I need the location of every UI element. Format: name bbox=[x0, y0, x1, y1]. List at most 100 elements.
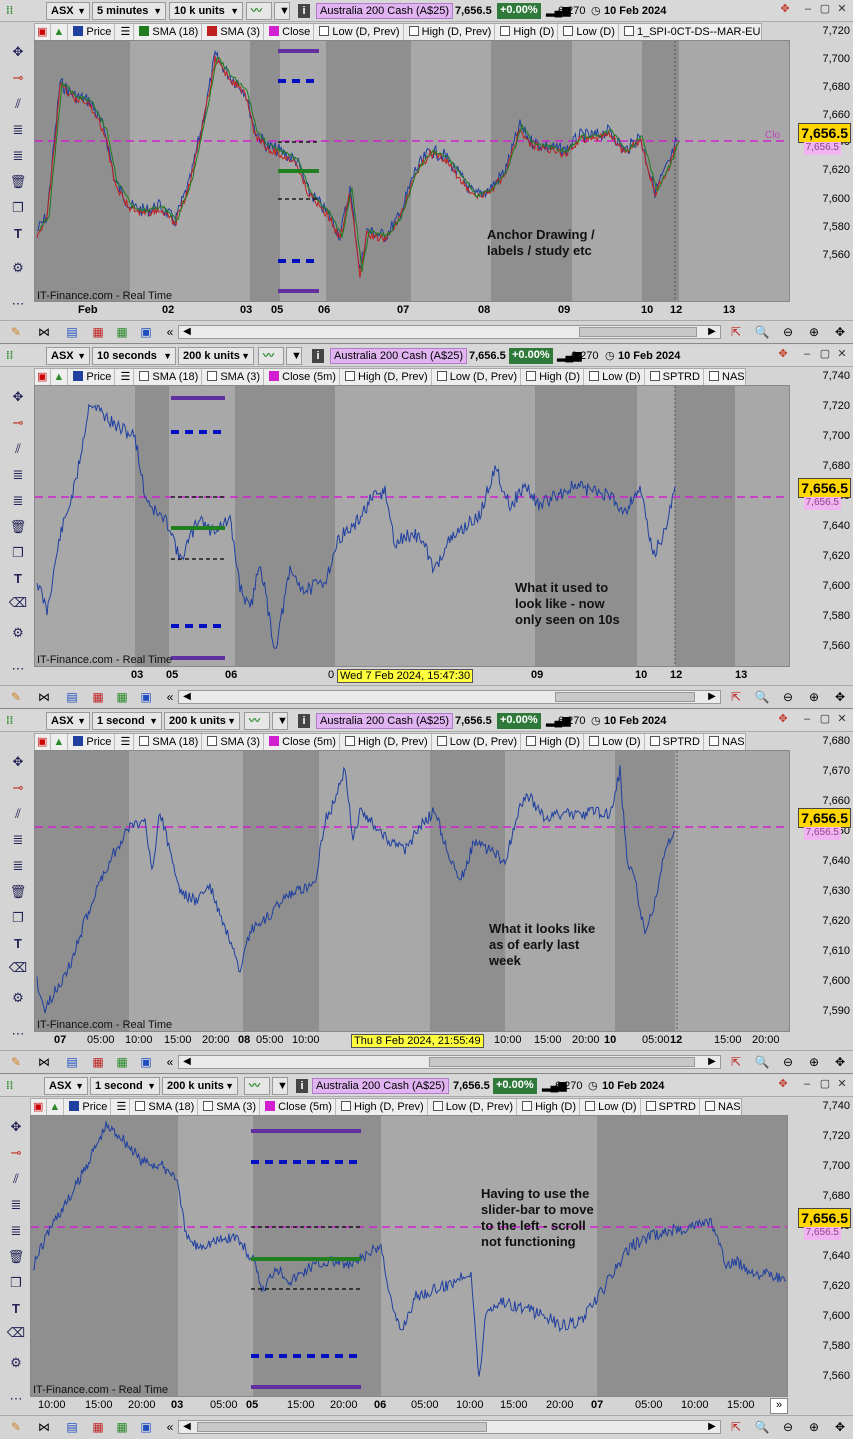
legend-nasdaq[interactable]: NASDAQ bbox=[707, 734, 745, 750]
maximize-button[interactable]: ▢ bbox=[818, 1078, 832, 1092]
zoom-out-icon[interactable]: ⊖ bbox=[780, 1054, 796, 1070]
text-tool-icon[interactable]: T bbox=[6, 1299, 26, 1319]
copy-icon[interactable]: ❐ bbox=[8, 543, 28, 563]
trash-icon[interactable]: 🗑 bbox=[8, 882, 28, 902]
chart-type-button[interactable]: 〰 bbox=[246, 2, 272, 20]
chart-type-dropdown[interactable]: ▼ bbox=[272, 1077, 288, 1095]
crosshair-icon[interactable]: ✥ bbox=[6, 1117, 26, 1137]
legend-nasdaq[interactable]: NASDAQ bbox=[707, 369, 745, 385]
legend-high-d[interactable]: High (D) bbox=[524, 734, 585, 750]
list-icon[interactable]: ▦ bbox=[90, 1054, 106, 1070]
legend-list-icon[interactable]: ☰ bbox=[118, 369, 135, 385]
legend-price[interactable]: Price bbox=[71, 24, 116, 40]
scroll-left-button[interactable]: ◀ bbox=[179, 1419, 195, 1435]
eraser-icon[interactable]: ⌫ bbox=[8, 593, 28, 613]
minimize-button[interactable]: – bbox=[800, 1078, 814, 1092]
alert-icon[interactable]: ⚙ bbox=[6, 1353, 26, 1373]
share-icon[interactable]: ⋈ bbox=[36, 689, 52, 705]
maximize-button[interactable]: ▢ bbox=[818, 3, 832, 17]
scroll-left-fast-button[interactable]: « bbox=[162, 324, 178, 340]
window-icon[interactable]: ▣ bbox=[138, 1419, 154, 1435]
legend-sma3[interactable]: SMA (3) bbox=[201, 1099, 261, 1115]
pan-icon[interactable]: ✥ bbox=[832, 324, 848, 340]
price-chart-svg[interactable] bbox=[35, 386, 790, 667]
units-select[interactable]: 200 k units ▼ bbox=[164, 712, 240, 730]
legend-sma18[interactable]: SMA (18) bbox=[137, 369, 203, 385]
drag-handle-icon[interactable]: ⁞⁞ bbox=[6, 347, 13, 365]
legend-sptrd[interactable]: SPTRD bbox=[644, 1099, 700, 1115]
fibonacci-icon[interactable]: ≣ bbox=[8, 465, 28, 485]
link-icon[interactable]: ✥ bbox=[778, 3, 792, 17]
legend-list-icon[interactable]: ☰ bbox=[114, 1099, 131, 1115]
scroll-left-button[interactable]: ◀ bbox=[179, 324, 195, 340]
pan-icon[interactable]: ✥ bbox=[832, 1419, 848, 1435]
chart-plot-area[interactable]: What it looks like as of early last week I… bbox=[34, 750, 790, 1032]
fibonacci-fan-icon[interactable]: ≣ bbox=[8, 856, 28, 876]
chart-type-button[interactable]: 〰 bbox=[244, 1077, 270, 1095]
units-select[interactable]: 200 k units ▼ bbox=[162, 1077, 238, 1095]
legend-study[interactable]: 1_SPI-0CT-DS--MAR-EU-DS-T bbox=[622, 24, 761, 40]
window-icon[interactable]: ▣ bbox=[138, 324, 154, 340]
channel-tool-icon[interactable]: ⫽ bbox=[6, 1169, 26, 1189]
line-tool-icon[interactable]: ⊸ bbox=[6, 1143, 26, 1163]
legend-high-d[interactable]: High (D) bbox=[524, 369, 585, 385]
legend-sptrd[interactable]: SPTRD bbox=[648, 734, 704, 750]
legend-high-d-prev[interactable]: High (D, Prev) bbox=[343, 369, 432, 385]
chart-type-dropdown[interactable]: ▼ bbox=[272, 712, 288, 730]
instrument-name[interactable]: Australia 200 Cash (A$25) bbox=[330, 348, 468, 364]
time-axis[interactable]: Feb 02 03 05 06 07 08 09 10 12 13 bbox=[34, 302, 790, 318]
link-icon[interactable]: ✥ bbox=[776, 348, 790, 362]
channel-tool-icon[interactable]: ⫽ bbox=[8, 804, 28, 824]
scrollbar-thumb[interactable] bbox=[197, 1422, 487, 1432]
alert-icon[interactable]: ⚙ bbox=[8, 623, 28, 643]
instrument-name[interactable]: Australia 200 Cash (A$25) bbox=[312, 1078, 450, 1094]
line-tool-icon[interactable]: ⊸ bbox=[8, 778, 28, 798]
pan-icon[interactable]: ✥ bbox=[832, 1054, 848, 1070]
alert-icon[interactable]: ⚙ bbox=[8, 988, 28, 1008]
scrollbar-thumb[interactable] bbox=[555, 692, 695, 702]
zoom-out-icon[interactable]: ⊖ bbox=[780, 1419, 796, 1435]
eraser-icon[interactable]: ⌫ bbox=[6, 1323, 26, 1343]
maximize-button[interactable]: ▢ bbox=[818, 348, 832, 362]
legend-sma18[interactable]: SMA (18) bbox=[137, 24, 203, 40]
zoom-in-icon[interactable]: ⊕ bbox=[806, 1419, 822, 1435]
units-select[interactable]: 200 k units ▼ bbox=[178, 347, 254, 365]
more-icon[interactable]: ⋯ bbox=[6, 1389, 26, 1409]
link-icon[interactable]: ✥ bbox=[776, 713, 790, 727]
interval-select[interactable]: 1 second ▼ bbox=[92, 712, 162, 730]
pencil-icon[interactable]: ✎ bbox=[8, 689, 24, 705]
legend-price[interactable]: Price bbox=[71, 734, 116, 750]
copy-icon[interactable]: ❐ bbox=[8, 198, 28, 218]
fibonacci-fan-icon[interactable]: ≣ bbox=[8, 491, 28, 511]
zoom-extent-icon[interactable]: ⇱ bbox=[728, 1054, 744, 1070]
copy-icon[interactable]: ❐ bbox=[8, 908, 28, 928]
legend-high-d[interactable]: High (D) bbox=[498, 24, 559, 40]
legend-low-d-prev[interactable]: Low (D, Prev) bbox=[431, 1099, 517, 1115]
legend-up-icon[interactable]: ▲ bbox=[51, 734, 69, 750]
interval-select[interactable]: 1 second ▼ bbox=[90, 1077, 160, 1095]
chart-type-dropdown[interactable]: ▼ bbox=[286, 347, 302, 365]
zoom-reset-icon[interactable]: 🔍 bbox=[754, 689, 770, 705]
scroll-right-button[interactable]: ▶ bbox=[704, 1419, 720, 1435]
zoom-extent-icon[interactable]: ⇱ bbox=[728, 689, 744, 705]
minimize-button[interactable]: – bbox=[800, 348, 814, 362]
crosshair-icon[interactable]: ✥ bbox=[8, 387, 28, 407]
share-icon[interactable]: ⋈ bbox=[36, 1419, 52, 1435]
trash-icon[interactable]: 🗑 bbox=[8, 517, 28, 537]
chat-icon[interactable]: ▤ bbox=[64, 324, 80, 340]
price-axis[interactable]: 7,7407,7207,7007,6807,6607,6407,6207,600… bbox=[789, 1097, 853, 1397]
scrollbar-thumb[interactable] bbox=[579, 327, 697, 337]
legend-nasdaq[interactable]: NASDAQ bbox=[703, 1099, 741, 1115]
window-icon[interactable]: ▣ bbox=[138, 689, 154, 705]
legend-sma3[interactable]: SMA (3) bbox=[205, 734, 265, 750]
market-select[interactable]: ASX ▼ bbox=[46, 347, 90, 365]
share-icon[interactable]: ⋈ bbox=[36, 1054, 52, 1070]
table-icon[interactable]: ▦ bbox=[114, 1419, 130, 1435]
info-icon[interactable]: i bbox=[312, 349, 324, 363]
instrument-name[interactable]: Australia 200 Cash (A$25) bbox=[316, 3, 454, 19]
scroll-left-fast-button[interactable]: « bbox=[162, 1419, 178, 1435]
legend-close-icon[interactable]: ▣ bbox=[31, 1099, 48, 1115]
price-axis[interactable]: 7,6807,6707,6607,6507,6407,6307,6207,610… bbox=[791, 732, 853, 1032]
legend-low-d-prev[interactable]: Low (D, Prev) bbox=[435, 369, 521, 385]
info-icon[interactable]: i bbox=[298, 714, 310, 728]
